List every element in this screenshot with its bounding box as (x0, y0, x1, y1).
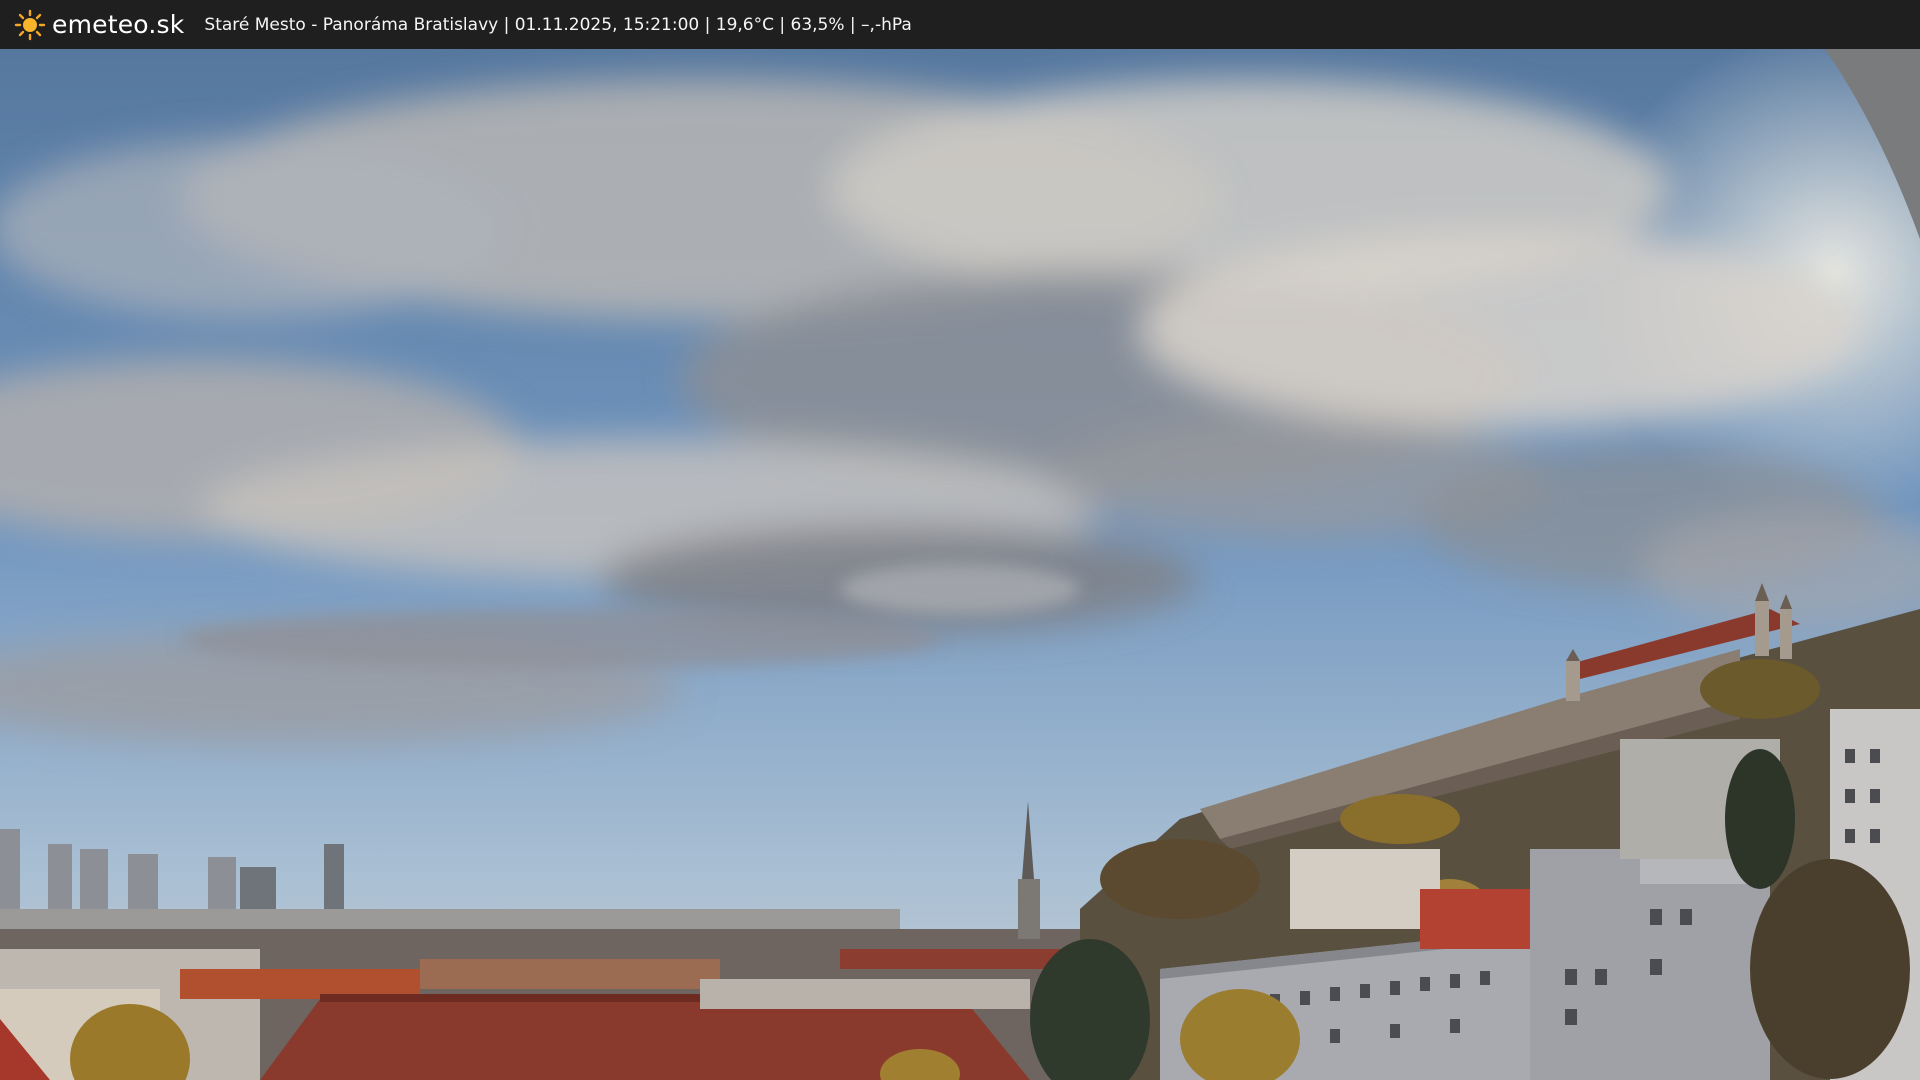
webcam-caption: Staré Mesto - Panoráma Bratislavy | 01.1… (204, 14, 912, 35)
logo-text: emeteo.sk (52, 10, 185, 39)
header-bar: emeteo.sk Staré Mesto - Panoráma Bratisl… (0, 0, 1920, 49)
sun-icon (14, 9, 46, 41)
site-logo[interactable]: emeteo.sk (14, 9, 184, 41)
webcam-image (0, 49, 1920, 1080)
panorama-scene (0, 49, 1920, 1080)
